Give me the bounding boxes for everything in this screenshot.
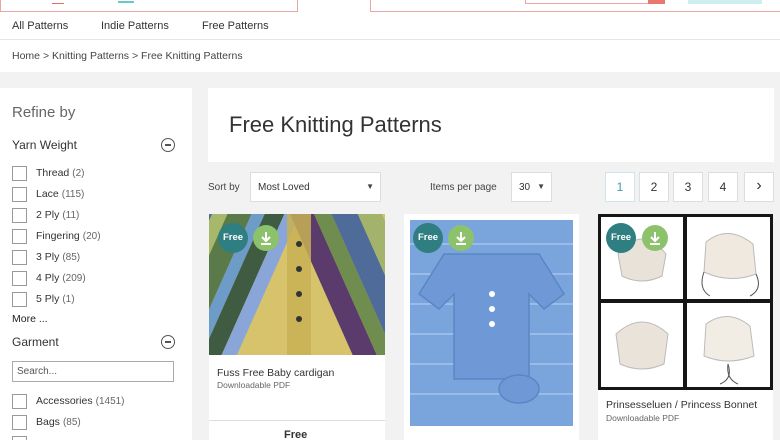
checkbox[interactable] (12, 270, 27, 286)
sort-label: Sort by (208, 182, 240, 193)
download-icon[interactable] (448, 225, 474, 251)
filter-count: (20) (82, 230, 101, 242)
category-nav: All Patterns Indie Patterns Free Pattern… (0, 14, 780, 40)
product-type: Downloadable PDF (606, 413, 680, 423)
checkbox[interactable] (12, 228, 27, 244)
checkbox[interactable] (12, 414, 27, 430)
filter-option[interactable]: 4 Ply (209) (12, 270, 86, 286)
sort-select[interactable]: Most Loved ▼ (250, 172, 381, 202)
filter-count: (1) (62, 293, 75, 305)
checkbox[interactable] (12, 435, 27, 440)
filter-label: Thread (36, 167, 70, 179)
product-image[interactable]: Free (598, 214, 773, 390)
filter-label: Lace (36, 188, 59, 200)
caret-down-icon: ▼ (366, 182, 374, 191)
filter-count: (85) (62, 416, 81, 428)
filter-label: 2 Ply (36, 209, 60, 221)
download-icon[interactable] (642, 225, 668, 251)
page-button-4[interactable]: 4 (708, 172, 738, 202)
filter-label: Fingering (36, 230, 80, 242)
breadcrumb-current: Free Knitting Patterns (141, 50, 243, 62)
filter-count: (115) (61, 188, 85, 200)
logo-mark (52, 0, 64, 4)
card-divider (209, 420, 385, 421)
filter-option[interactable]: Thread (2) (12, 165, 85, 181)
nav-all-patterns[interactable]: All Patterns (12, 20, 68, 32)
product-name[interactable]: Prinsesseluen / Princess Bonnet (606, 399, 757, 411)
next-page-button[interactable]: › (744, 172, 774, 202)
filter-label: 4 Ply (36, 272, 60, 284)
checkbox[interactable] (12, 207, 27, 223)
page-title-panel: Free Knitting Patterns (208, 88, 774, 162)
header-logo-area (0, 0, 298, 12)
collapse-icon[interactable] (161, 335, 175, 349)
page-title: Free Knitting Patterns (229, 112, 442, 137)
filter-count: (209) (62, 272, 86, 284)
filter-option[interactable]: Lace (115) (12, 186, 84, 202)
logo-mark-teal (118, 0, 134, 3)
filter-count: (11) (62, 209, 80, 221)
checkbox[interactable] (12, 249, 27, 265)
product-image[interactable]: Free (404, 214, 579, 432)
product-price: Free (284, 429, 308, 440)
download-icon[interactable] (253, 225, 279, 251)
page-button-1[interactable]: 1 (605, 172, 635, 202)
product-type: Downloadable PDF (217, 380, 291, 390)
filter-label: Bags (36, 416, 60, 428)
breadcrumb-knitting-patterns[interactable]: Knitting Patterns (52, 50, 129, 62)
site-header (0, 0, 780, 14)
items-per-page-label: Items per page (430, 182, 497, 193)
page-button-3[interactable]: 3 (673, 172, 703, 202)
caret-down-icon: ▼ (537, 182, 545, 191)
filter-option[interactable] (12, 435, 36, 440)
breadcrumb-separator: > (42, 50, 50, 62)
header-search-input[interactable] (525, 0, 665, 4)
breadcrumb-home[interactable]: Home (12, 50, 40, 62)
checkbox[interactable] (12, 393, 27, 409)
product-name[interactable]: Fuss Free Baby cardigan (217, 367, 334, 379)
filter-option[interactable]: Fingering (20) (12, 228, 101, 244)
product-card[interactable]: Free (404, 214, 579, 440)
breadcrumb: Home > Knitting Patterns > Free Knitting… (12, 50, 243, 62)
collapse-icon[interactable] (161, 138, 175, 152)
header-account-button[interactable] (688, 0, 762, 4)
breadcrumb-separator: > (131, 50, 139, 62)
nav-indie-patterns[interactable]: Indie Patterns (101, 20, 169, 32)
more-link[interactable]: More ... (12, 313, 48, 325)
filter-option[interactable]: 3 Ply (85) (12, 249, 80, 265)
garment-heading: Garment (12, 335, 59, 349)
checkbox[interactable] (12, 165, 27, 181)
product-card[interactable]: Free Prinsesseluen / Princess Bonnet Dow… (598, 214, 773, 440)
free-badge: Free (413, 223, 443, 253)
items-per-page-select[interactable]: 30 ▼ (511, 172, 552, 202)
filter-count: (1451) (95, 395, 125, 407)
filter-option[interactable]: Bags (85) (12, 414, 81, 430)
filter-count: (85) (62, 251, 81, 263)
yarn-weight-heading: Yarn Weight (12, 138, 77, 152)
filter-option[interactable]: 2 Ply (11) (12, 207, 79, 223)
product-image[interactable]: Free (209, 214, 385, 355)
filter-sidebar: Refine by Yarn Weight Thread (2) Lace (1… (0, 88, 192, 440)
items-per-page-value: 30 (519, 182, 531, 193)
product-card[interactable]: Free Fuss Free Baby cardigan Downloadabl… (209, 214, 385, 440)
free-badge: Free (606, 223, 636, 253)
filter-option[interactable]: 5 Ply (1) (12, 291, 75, 307)
filter-label: Accessories (36, 395, 93, 407)
header-search-button[interactable] (648, 0, 665, 4)
checkbox[interactable] (12, 186, 27, 202)
refine-title: Refine by (12, 104, 76, 121)
nav-free-patterns[interactable]: Free Patterns (202, 20, 269, 32)
filter-label: 5 Ply (36, 293, 60, 305)
filter-option[interactable]: Accessories (1451) (12, 393, 125, 409)
checkbox[interactable] (12, 291, 27, 307)
garment-search-input[interactable] (12, 361, 174, 382)
sort-value: Most Loved (258, 182, 310, 193)
filter-label: 3 Ply (36, 251, 60, 263)
page-button-2[interactable]: 2 (639, 172, 669, 202)
free-badge: Free (218, 223, 248, 253)
filter-count: (2) (72, 167, 85, 179)
